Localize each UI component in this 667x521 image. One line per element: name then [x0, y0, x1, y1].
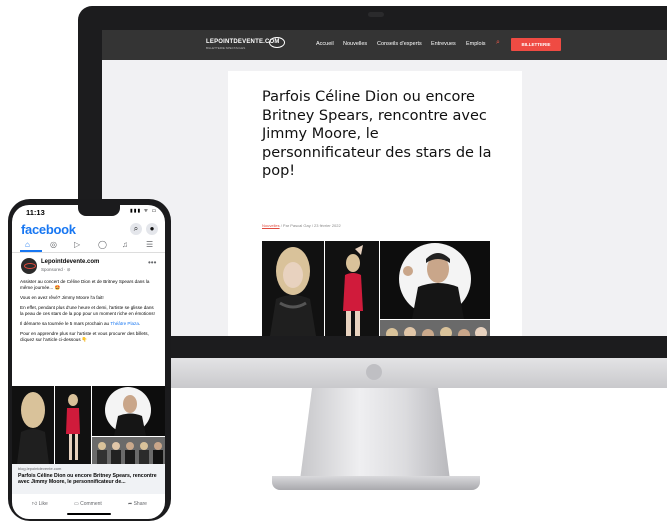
post-paragraph: Il démarre sa tournée le 5 mars prochain… — [20, 321, 158, 327]
theatre-plaza-link[interactable]: Théâtre Plaza — [110, 321, 139, 326]
site-navbar: LEPOINTDEVENTE.COM BILLETTERIE SPECTACLE… — [102, 30, 667, 60]
search-icon[interactable]: ⌕ — [130, 223, 142, 235]
menu-icon[interactable]: ☰ — [146, 240, 153, 249]
search-icon[interactable]: ⌕ — [496, 39, 500, 47]
link-domain: blog.lepointdevente.com — [18, 466, 62, 471]
article-card: Parfois Céline Dion ou encore Britney Sp… — [228, 71, 522, 336]
nav-emplois[interactable]: Emplois — [466, 41, 486, 47]
comment-button[interactable]: ▭ Comment — [74, 501, 102, 507]
article-photo-jimmy — [380, 241, 490, 319]
camera — [368, 12, 384, 17]
post-paragraph: En effet, pendant plus d'une heure et de… — [20, 305, 155, 316]
nav-entrevues[interactable]: Entrevues — [431, 41, 456, 47]
post-image-collage[interactable] — [12, 386, 165, 464]
article-category-link[interactable]: Nouvelles — [262, 223, 280, 228]
status-time: 11:13 — [26, 208, 45, 217]
post-page-name[interactable]: Lepointdevente.com — [41, 259, 99, 265]
status-icons: ▮▮▮ ᯤ ▭ — [130, 208, 158, 214]
comment-icon: ▭ — [74, 501, 79, 507]
home-indicator — [67, 513, 111, 515]
article-byline: / Par Pascal Gay / 23 février 2022 — [279, 223, 341, 228]
post-paragraph: Pour en apprendre plus sur l'artiste et … — [20, 331, 149, 342]
site-logo-subtitle: BILLETTERIE SPECTACLES — [206, 46, 246, 50]
nav-nouvelles[interactable]: Nouvelles — [343, 41, 367, 47]
nav-accueil[interactable]: Accueil — [316, 41, 334, 47]
more-options-icon[interactable]: ••• — [148, 258, 156, 267]
post-paragraph: Assister au concert de Céline Dion et de… — [20, 279, 150, 290]
like-button[interactable]: 👍︎ Like — [32, 501, 48, 507]
imac-stand — [300, 388, 450, 480]
share-button[interactable]: ➦ Share — [128, 501, 147, 507]
apple-logo-icon — [366, 364, 382, 380]
facebook-logo[interactable]: facebook — [21, 222, 76, 237]
billetterie-button[interactable]: BILLETTERIE — [511, 38, 561, 51]
link-title[interactable]: Parfois Céline Dion ou encore Britney Sp… — [18, 473, 158, 486]
post-sponsored-label: Sponsored · ⊘ — [41, 267, 71, 272]
watch-icon[interactable]: ▷ — [74, 240, 80, 249]
bell-icon[interactable]: ♫ — [122, 240, 128, 249]
article-photo-group — [380, 320, 490, 336]
like-label: Like — [38, 501, 48, 507]
home-icon[interactable]: ⌂ — [25, 240, 30, 249]
share-icon: ➦ — [128, 501, 133, 507]
article-photo-celine — [262, 241, 324, 336]
post-paragraph: Vous en avez rêvé? Jimmy Moore l'a fait! — [20, 295, 104, 300]
active-tab-indicator — [20, 250, 42, 252]
article-meta: Nouvelles / Par Pascal Gay / 23 février … — [262, 223, 341, 228]
groups-icon[interactable]: ◎ — [50, 240, 57, 249]
article-photo-britney — [325, 241, 379, 336]
phone-notch — [78, 205, 120, 216]
avatar-logo-icon — [24, 263, 36, 269]
comment-label: Comment — [80, 501, 102, 507]
post-text: Assister au concert de Céline Dion et de… — [20, 279, 158, 343]
nav-conseils[interactable]: Conseils d'experts — [377, 41, 422, 47]
logo-swoosh-icon — [269, 37, 285, 48]
imac-base — [272, 476, 480, 490]
article-title[interactable]: Parfois Céline Dion ou encore Britney Sp… — [262, 88, 492, 181]
post-text-fragment: Il démarre sa tournée le 5 mars prochain… — [20, 321, 111, 326]
messenger-icon[interactable]: ● — [146, 223, 158, 235]
profile-icon[interactable]: ◯ — [98, 240, 107, 249]
post-text-fragment: . — [138, 321, 141, 326]
thumbs-up-icon: 👍︎ — [32, 501, 38, 507]
phone-screen: 11:13 ▮▮▮ ᯤ ▭ facebook ⌕ ● ⌂ ◎ ▷ ◯ ♫ ☰ L… — [12, 205, 165, 519]
share-label: Share — [133, 501, 147, 507]
desktop-browser-screen: LEPOINTDEVENTE.COM BILLETTERIE SPECTACLE… — [102, 30, 667, 336]
